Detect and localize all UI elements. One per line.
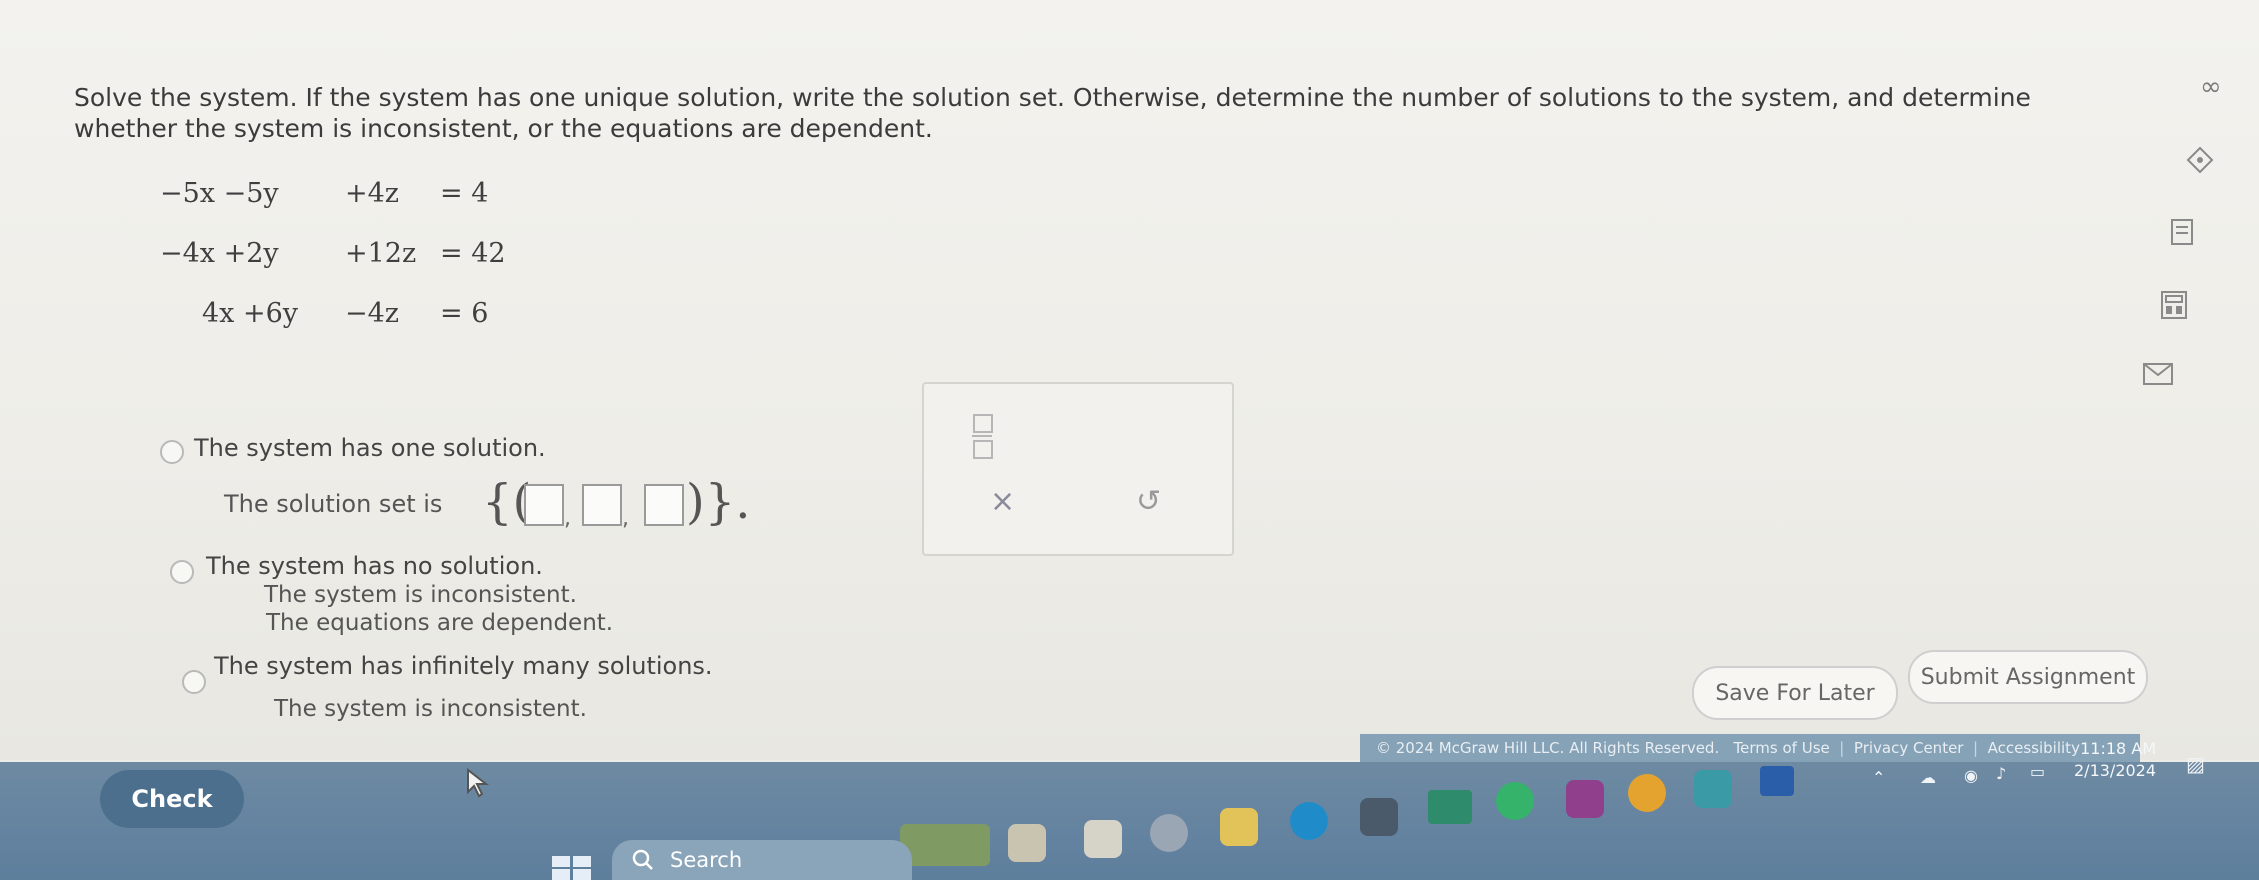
calculator-icon[interactable] bbox=[2160, 290, 2188, 320]
help-icon[interactable] bbox=[2186, 146, 2214, 174]
check-button[interactable]: Check bbox=[100, 770, 244, 828]
clock-time: 11:18 AM bbox=[2080, 739, 2157, 758]
windows-start-icon[interactable] bbox=[552, 856, 592, 880]
eq1-z-term: +4z bbox=[345, 178, 400, 209]
x-answer-box[interactable] bbox=[524, 484, 564, 526]
eq2-rhs: = 42 bbox=[440, 238, 506, 269]
equation-system: −5x −5y +4z = 4 −4x +2y +12z = 42 4x +6y… bbox=[160, 178, 560, 358]
folder-icon[interactable] bbox=[1220, 808, 1258, 846]
radio-no-solution[interactable] bbox=[170, 560, 194, 584]
file-explorer-icon[interactable] bbox=[1084, 820, 1122, 858]
tray-app-icon[interactable]: ☁ bbox=[1920, 768, 1936, 787]
textbook-icon[interactable] bbox=[2170, 218, 2196, 248]
infinity-icon[interactable]: ∞ bbox=[2200, 72, 2222, 102]
footer-bar: © 2024 McGraw Hill LLC. All Rights Reser… bbox=[1360, 734, 2140, 762]
battery-icon[interactable]: ▭ bbox=[2030, 762, 2045, 781]
eq2-z-term: +12z bbox=[345, 238, 417, 269]
eq3-rhs: = 6 bbox=[440, 298, 489, 329]
chrome-icon[interactable] bbox=[1496, 782, 1534, 820]
set-close-brace: )}. bbox=[686, 474, 751, 530]
wifi-icon[interactable]: ◉ bbox=[1964, 766, 1978, 785]
app-icon-5[interactable] bbox=[1628, 774, 1666, 812]
app-icon-2[interactable] bbox=[1150, 814, 1188, 852]
option-infinite-solutions[interactable]: The system has infinitely many solutions… bbox=[214, 652, 713, 680]
solution-set-label: The solution set is bbox=[224, 490, 443, 518]
store-icon[interactable] bbox=[1360, 798, 1398, 836]
undo-icon[interactable]: ↺ bbox=[1136, 484, 1161, 519]
search-label: Search bbox=[670, 848, 743, 872]
privacy-link[interactable]: Privacy Center bbox=[1854, 739, 1964, 757]
word-icon[interactable] bbox=[1760, 766, 1794, 796]
mouse-cursor-icon bbox=[467, 768, 489, 798]
message-icon[interactable] bbox=[2142, 362, 2174, 386]
clock-date: 2/13/2024 bbox=[2074, 761, 2157, 780]
eq1-xy-terms: −5x −5y bbox=[160, 178, 279, 209]
fraction-template-icon[interactable] bbox=[972, 414, 993, 459]
eq2-xy-terms: −4x +2y bbox=[160, 238, 279, 269]
accessibility-link[interactable]: Accessibility bbox=[1988, 739, 2080, 757]
search-icon bbox=[632, 849, 653, 870]
volume-icon[interactable]: ♪ bbox=[1996, 764, 2006, 783]
assignment-page: Solve the system. If the system has one … bbox=[0, 0, 2259, 760]
z-answer-box[interactable] bbox=[644, 484, 684, 526]
radio-one-solution[interactable] bbox=[160, 440, 184, 464]
save-for-later-button[interactable]: Save For Later bbox=[1692, 666, 1898, 720]
equation-1: −5x −5y +4z = 4 bbox=[160, 178, 560, 238]
option-one-solution[interactable]: The system has one solution. bbox=[194, 434, 546, 462]
eq3-xy-terms: 4x +6y bbox=[202, 298, 299, 329]
edge-browser-icon[interactable] bbox=[1290, 802, 1328, 840]
equation-2: −4x +2y +12z = 42 bbox=[160, 238, 560, 298]
prompt-line-2: whether the system is inconsistent, or t… bbox=[74, 114, 933, 143]
infinite-inconsistent: The system is inconsistent. bbox=[274, 696, 587, 722]
app-icon-3[interactable] bbox=[1428, 790, 1472, 824]
equation-3: 4x +6y −4z = 6 bbox=[160, 298, 560, 358]
submit-assignment-button[interactable]: Submit Assignment bbox=[1908, 650, 2148, 704]
clear-icon[interactable]: × bbox=[990, 484, 1015, 519]
math-tool-panel: × ↺ bbox=[922, 382, 1234, 556]
taskbar-search-box[interactable]: Search bbox=[612, 840, 912, 880]
screen: Solve the system. If the system has one … bbox=[0, 0, 2259, 880]
option-no-solution[interactable]: The system has no solution. bbox=[206, 552, 543, 580]
app-icon-6[interactable] bbox=[1694, 770, 1732, 808]
y-answer-box[interactable] bbox=[582, 484, 622, 526]
system-clock[interactable]: 11:18 AM 2/13/2024 bbox=[2074, 738, 2156, 782]
notification-icon[interactable]: ▨ bbox=[2186, 752, 2205, 776]
prompt-line-1: Solve the system. If the system has one … bbox=[74, 83, 2031, 112]
radio-infinite-solutions[interactable] bbox=[182, 670, 206, 694]
copyright-text: © 2024 McGraw Hill LLC. All Rights Reser… bbox=[1376, 739, 1720, 757]
no-solution-inconsistent: The system is inconsistent. bbox=[264, 582, 577, 608]
app-icon-4[interactable] bbox=[1566, 780, 1604, 818]
eq1-rhs: = 4 bbox=[440, 178, 489, 209]
app-icon-1[interactable] bbox=[1008, 824, 1046, 862]
windows-taskbar: ⌃ ☁ ◉ ♪ ▭ ▨ bbox=[0, 752, 2259, 880]
eq3-z-term: −4z bbox=[345, 298, 400, 329]
terms-link[interactable]: Terms of Use bbox=[1734, 739, 1830, 757]
question-prompt: Solve the system. If the system has one … bbox=[74, 82, 2124, 144]
comma-2: , bbox=[622, 506, 629, 531]
widget-weather-icon[interactable] bbox=[900, 824, 990, 866]
tray-chevron-icon[interactable]: ⌃ bbox=[1872, 768, 1885, 787]
comma-1: , bbox=[564, 506, 571, 531]
no-solution-dependent: The equations are dependent. bbox=[266, 610, 614, 636]
